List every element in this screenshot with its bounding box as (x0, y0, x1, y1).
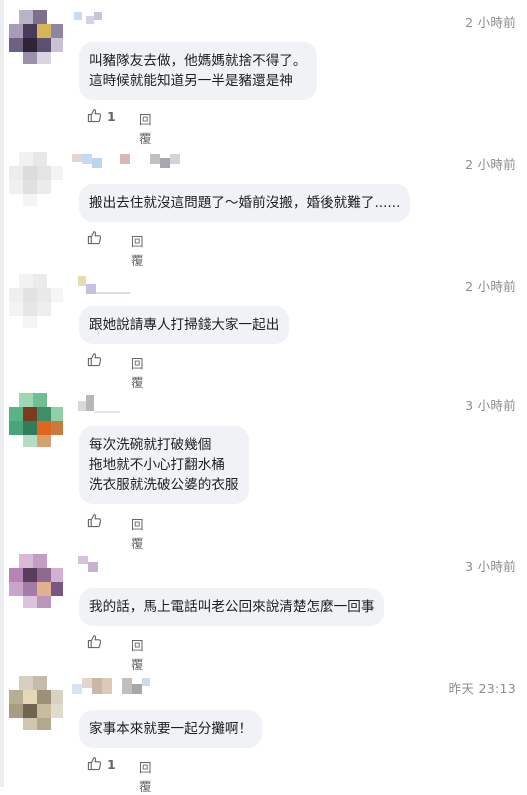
comment-timestamp[interactable]: 3 小時前 (465, 556, 516, 575)
reply-button[interactable]: 回覆 (131, 353, 144, 391)
comment-text: 拖地就不小心打翻水桶 (89, 457, 225, 473)
comment-bubble: 我的話，馬上電話叫老公回來說清楚怎麼一回事 (79, 588, 385, 626)
author-name[interactable] (72, 676, 152, 694)
thumbs-up-outline-icon[interactable] (87, 352, 102, 367)
thumbs-up-outline-icon[interactable] (87, 108, 102, 123)
reply-button[interactable]: 回覆 (131, 635, 144, 673)
reply-button[interactable]: 回覆 (131, 231, 144, 269)
avatar[interactable] (9, 10, 65, 66)
thumbs-up-outline-icon[interactable] (87, 634, 102, 649)
avatar[interactable] (9, 393, 65, 449)
reply-button[interactable]: 回覆 (139, 757, 152, 795)
thumbs-up-outline-icon[interactable] (87, 513, 102, 528)
comment-text: 洗衣服就洗破公婆的衣服 (89, 477, 239, 493)
reply-button[interactable]: 回覆 (131, 514, 144, 552)
avatar[interactable] (9, 274, 65, 330)
comment-timestamp[interactable]: 2 小時前 (465, 276, 516, 295)
page-left-edge (0, 0, 4, 787)
author-name[interactable] (72, 10, 112, 28)
comment-bubble: 跟她說請專人打掃錢大家一起出 (79, 306, 290, 344)
author-name[interactable] (72, 274, 132, 294)
comment-timestamp[interactable]: 3 小時前 (465, 395, 516, 414)
comment-timestamp[interactable]: 昨天 23:13 (449, 678, 516, 697)
comment-text: 搬出去住就沒這問題了～婚前沒搬，婚後就難了...... (89, 195, 401, 211)
comment-bubble: 家事本來就要一起分攤啊！ (79, 710, 263, 748)
comment-text: 家事本來就要一起分攤啊！ (89, 721, 253, 737)
comment-timestamp[interactable]: 2 小時前 (465, 154, 516, 173)
comment-bubble: 每次洗碗就打破幾個 拖地就不小心打翻水桶 洗衣服就洗破公婆的衣服 (79, 426, 249, 504)
comment-bubble: 叫豬隊友去做，他媽媽就捨不得了。 這時候就能知道另一半是豬還是神 (79, 42, 317, 100)
avatar[interactable] (9, 676, 65, 732)
author-name[interactable] (72, 152, 182, 170)
avatar[interactable] (9, 152, 65, 208)
thumbs-up-outline-icon[interactable] (87, 756, 102, 771)
comment-text: 跟她說請專人打掃錢大家一起出 (89, 317, 280, 333)
author-name[interactable] (72, 393, 122, 413)
avatar[interactable] (9, 554, 65, 610)
comment-timestamp[interactable]: 2 小時前 (465, 12, 516, 31)
comment-text: 每次洗碗就打破幾個 (89, 437, 212, 453)
comment-text: 叫豬隊友去做，他媽媽就捨不得了。 (89, 53, 307, 69)
reply-button[interactable]: 回覆 (139, 109, 152, 147)
comment-text: 這時候就能知道另一半是豬還是神 (89, 73, 293, 89)
like-count: 1 (107, 109, 116, 124)
comment-bubble: 搬出去住就沒這問題了～婚前沒搬，婚後就難了...... (79, 184, 411, 222)
like-count: 1 (107, 757, 116, 772)
author-name[interactable] (72, 554, 102, 572)
thumbs-up-outline-icon[interactable] (87, 230, 102, 245)
comment-text: 我的話，馬上電話叫老公回來說清楚怎麼一回事 (89, 599, 375, 615)
